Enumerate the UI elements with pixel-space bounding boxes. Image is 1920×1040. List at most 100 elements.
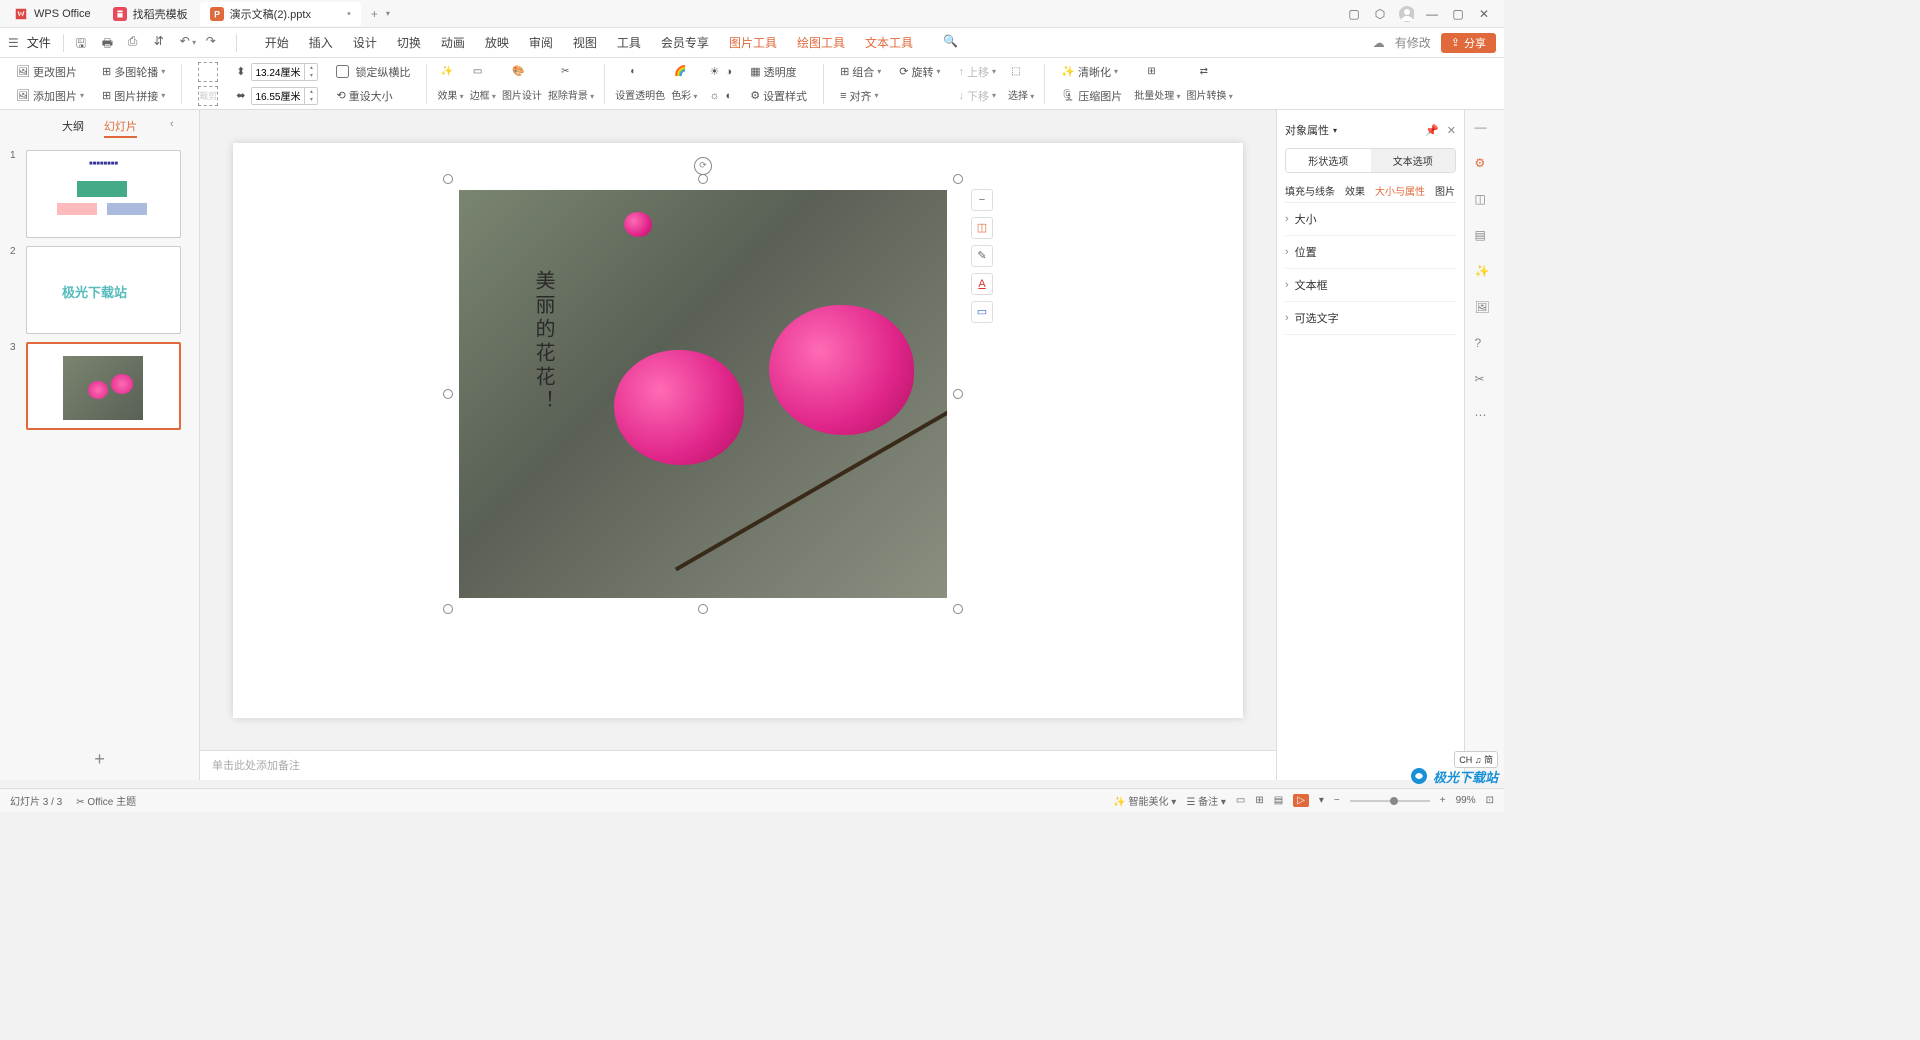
ft-text[interactable]: A [971, 273, 993, 295]
sidebar-image-icon[interactable]: 🖼 [1475, 300, 1495, 320]
smart-beautify[interactable]: ✨ 智能美化 ▾ [1113, 793, 1176, 808]
handle-bl[interactable] [443, 604, 453, 614]
tab-slideshow[interactable]: 放映 [485, 34, 509, 51]
slide-thumb-1[interactable]: ■■■■■■■■ [26, 150, 181, 238]
brightness-icon[interactable]: ☀ [709, 65, 719, 78]
view-sorter-icon[interactable]: ⊞ [1255, 795, 1263, 806]
sidebar-settings-icon[interactable]: ⚙ [1475, 156, 1495, 176]
zoom-slider[interactable] [1350, 800, 1430, 802]
template-tab[interactable]: 找稻壳模板 [103, 2, 198, 26]
cube-icon[interactable]: ⬡ [1372, 6, 1388, 22]
minimize-button[interactable]: — [1424, 6, 1440, 22]
tab-start[interactable]: 开始 [265, 34, 289, 51]
sidebar-bookmark-icon[interactable]: ✂ [1475, 372, 1495, 392]
menu-icon[interactable]: ☰ [8, 36, 19, 50]
pin-icon[interactable]: 📌 [1425, 124, 1439, 137]
document-tab[interactable]: P 演示文稿(2).pptx • [200, 2, 361, 26]
convert-button[interactable]: ⇄图片转换 [1187, 66, 1233, 102]
shape-options-tab[interactable]: 形状选项 [1286, 149, 1371, 172]
sub-image[interactable]: 图片 [1435, 183, 1455, 198]
reset-size-button[interactable]: ⟲ 重设大小 [336, 88, 392, 104]
sidebar-slides-icon[interactable]: ▤ [1475, 228, 1495, 248]
trans-button[interactable]: ▦ 透明度 [750, 64, 796, 80]
slide-thumb-3[interactable] [26, 342, 181, 430]
height-input[interactable]: ▴▾ [251, 63, 318, 81]
tab-transition[interactable]: 切换 [397, 34, 421, 51]
ft-screen[interactable]: ▭ [971, 301, 993, 323]
add-slide-button[interactable]: + [0, 739, 199, 780]
close-button[interactable]: ✕ [1476, 6, 1492, 22]
slides-tab[interactable]: 幻灯片 [104, 118, 137, 138]
effect-button[interactable]: ✨效果 [437, 66, 463, 102]
crop2-icon[interactable]: 裁剪 [198, 86, 218, 106]
window-mode-icon[interactable]: ▢ [1346, 6, 1362, 22]
notes-area[interactable]: 单击此处添加备注 [200, 750, 1276, 780]
print-preview-icon[interactable]: ⎙ [128, 34, 146, 52]
close-panel-icon[interactable]: ✕ [1447, 124, 1456, 137]
move-down-button[interactable]: ↓ 下移 [959, 88, 997, 104]
contrast2-icon[interactable]: ◐ [726, 90, 733, 102]
redo-button[interactable]: ↷ [206, 34, 224, 52]
zoom-out[interactable]: − [1334, 795, 1340, 806]
theme-label[interactable]: ✂ Office 主题 [76, 793, 136, 808]
print-icon[interactable]: 🖶 [102, 34, 120, 52]
multi-rotate-button[interactable]: ⊞ 多图轮播 [102, 64, 165, 80]
slide-thumb-2[interactable]: 极光下载站 [26, 246, 181, 334]
section-position[interactable]: 位置 [1285, 236, 1456, 269]
sidebar-collapse-icon[interactable]: — [1475, 120, 1495, 140]
add-image-button[interactable]: 🖼 添加图片 [16, 88, 84, 104]
collapse-panel-icon[interactable]: ‹ [170, 118, 174, 130]
contrast-icon[interactable]: ◑ [725, 66, 732, 78]
ft-pen[interactable]: ✎ [971, 245, 993, 267]
tab-animation[interactable]: 动画 [441, 34, 465, 51]
batch-button[interactable]: ⊞批量处理 [1134, 66, 1180, 102]
rotate-handle[interactable]: ⟳ [694, 157, 712, 175]
sub-effect[interactable]: 效果 [1345, 183, 1365, 198]
outline-tab[interactable]: 大纲 [62, 118, 84, 138]
handle-tr[interactable] [953, 174, 963, 184]
combine-button[interactable]: ⊞ 组合 [840, 64, 881, 80]
border-button[interactable]: ▭边框 [470, 66, 496, 102]
export-icon[interactable]: ⇵ [154, 34, 172, 52]
search-icon[interactable]: 🔍 [943, 34, 958, 51]
tab-vip[interactable]: 会员专享 [661, 34, 709, 51]
fit-icon[interactable]: ⊡ [1486, 795, 1494, 806]
sub-size[interactable]: 大小与属性 [1375, 183, 1425, 198]
handle-bc[interactable] [698, 604, 708, 614]
img-design-button[interactable]: 🎨图片设计 [502, 66, 542, 102]
sidebar-help-icon[interactable]: ? [1475, 336, 1495, 356]
align-button[interactable]: ≡ 对齐 [840, 88, 878, 104]
file-menu[interactable]: 文件 [27, 34, 51, 51]
sub-fill[interactable]: 填充与线条 [1285, 183, 1335, 198]
lock-ratio-checkbox[interactable] [336, 65, 349, 78]
change-image-button[interactable]: 🖼 更改图片 [16, 64, 77, 80]
maximize-button[interactable]: ▢ [1450, 6, 1466, 22]
tab-draw-tools[interactable]: 绘图工具 [797, 34, 845, 51]
cloud-modify-icon[interactable]: ☁ [1373, 36, 1385, 50]
handle-br[interactable] [953, 604, 963, 614]
save-icon[interactable]: 🖫 [76, 34, 94, 52]
handle-ml[interactable] [443, 389, 453, 399]
tab-picture-tools[interactable]: 图片工具 [729, 34, 777, 51]
handle-mr[interactable] [953, 389, 963, 399]
zoom-in[interactable]: + [1440, 795, 1446, 806]
clarity-button[interactable]: ✨ 清晰化 [1061, 64, 1118, 80]
slide[interactable]: ⟳ 美丽的花花！ [233, 143, 1243, 718]
tab-tools[interactable]: 工具 [617, 34, 641, 51]
sidebar-layers-icon[interactable]: ◫ [1475, 192, 1495, 212]
section-size[interactable]: 大小 [1285, 203, 1456, 236]
share-button[interactable]: ⇪ 分享 [1441, 33, 1496, 53]
app-tab[interactable]: WPS Office [4, 2, 101, 26]
view-normal-icon[interactable]: ▭ [1236, 795, 1245, 806]
set-trans-button[interactable]: ◐设置透明色 [615, 66, 665, 102]
compress-button[interactable]: 🗜 压缩图片 [1061, 88, 1122, 104]
sidebar-more-icon[interactable]: ⋯ [1475, 408, 1495, 428]
width-input[interactable]: ▴▾ [251, 87, 318, 105]
remove-bg-button[interactable]: ✂抠除背景 [548, 66, 594, 102]
section-textbox[interactable]: 文本框 [1285, 269, 1456, 302]
color-button[interactable]: 🌈色彩 [671, 66, 697, 102]
undo-button[interactable]: ↶ [180, 34, 198, 52]
handle-tc[interactable] [698, 174, 708, 184]
selected-image[interactable]: ⟳ 美丽的花花！ [448, 179, 958, 609]
handle-tl[interactable] [443, 174, 453, 184]
